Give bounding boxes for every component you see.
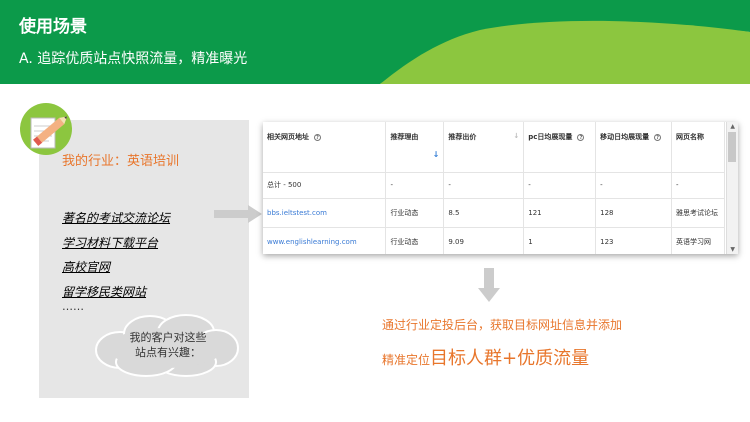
- industry-label: 我的行业：英语培训: [62, 154, 180, 169]
- page-subtitle: A. 追踪优质站点快照流量，精准曝光: [19, 51, 248, 67]
- scroll-thumb[interactable]: [728, 132, 736, 162]
- table-total-row: 总计 - 500 - - - - -: [263, 172, 725, 199]
- column-header-reason[interactable]: 推荐理由 ↓: [385, 122, 445, 173]
- site-url-link[interactable]: www.englishlearning.com: [263, 227, 387, 254]
- table-cell: 128: [595, 198, 673, 228]
- target-prefix: 精准定位: [382, 353, 431, 367]
- table-cell: -: [385, 172, 445, 199]
- column-header-page-name[interactable]: 网页名称: [671, 122, 725, 173]
- cloud-text-line: 站点有兴趣：: [135, 346, 201, 359]
- banner-shape: [0, 0, 750, 84]
- help-icon[interactable]: ?: [577, 133, 585, 141]
- table-cell: 123: [595, 227, 673, 254]
- column-header-pc-views[interactable]: pc日均展现量?: [523, 122, 597, 173]
- table-header-row: 相关网页地址? 推荐理由 ↓ 推荐出价 ↓ pc日均展现量? 移动日均展现量? 网页…: [263, 122, 725, 173]
- arrow-right-icon: [214, 205, 262, 223]
- table-row[interactable]: bbs.ieltstest.com 行业动态 8.5 121 128 雅思考试论…: [263, 198, 725, 228]
- table-cell: 行业动态: [385, 227, 445, 254]
- page-title: 使用场景: [19, 17, 87, 37]
- column-header-label: 相关网页地址: [267, 133, 309, 141]
- table-cell: 行业动态: [385, 198, 445, 228]
- table-cell: 9.09: [443, 227, 525, 254]
- table-cell: 121: [523, 198, 597, 228]
- site-item: 高校官网: [62, 260, 111, 274]
- table-cell: -: [443, 172, 525, 199]
- cloud-text-line: 我的客户对这些: [129, 331, 207, 344]
- help-icon[interactable]: ?: [654, 133, 662, 141]
- scroll-down-icon[interactable]: ▼: [730, 246, 735, 253]
- table-cell: -: [523, 172, 597, 199]
- sort-icon[interactable]: ↓: [513, 132, 519, 140]
- ellipsis-text: ……: [62, 300, 84, 313]
- table-cell: 8.5: [443, 198, 525, 228]
- column-header-bid[interactable]: 推荐出价 ↓: [443, 122, 525, 173]
- sort-down-icon[interactable]: ↓: [390, 150, 440, 159]
- column-header-label: 推荐理由: [390, 133, 419, 141]
- table-cell: 英语学习网: [671, 227, 725, 254]
- column-header-label: 推荐出价: [448, 133, 477, 141]
- site-item: 学习材料下载平台: [62, 235, 159, 250]
- table-cell: 雅思考试论坛: [671, 198, 725, 228]
- table-cell: 总计 - 500: [263, 172, 387, 199]
- site-url-link[interactable]: bbs.ieltstest.com: [263, 198, 387, 228]
- header-banner: 使用场景 A. 追踪优质站点快照流量，精准曝光: [0, 0, 750, 84]
- site-table: 相关网页地址? 推荐理由 ↓ 推荐出价 ↓ pc日均展现量? 移动日均展现量? 网页…: [263, 122, 725, 254]
- keyword-table-screenshot: 相关网页地址? 推荐理由 ↓ 推荐出价 ↓ pc日均展现量? 移动日均展现量? 网页…: [263, 122, 738, 254]
- table-cell: -: [671, 172, 725, 199]
- column-header-mobile-views[interactable]: 移动日均展现量?: [595, 122, 673, 173]
- help-icon[interactable]: ?: [314, 133, 321, 141]
- table-row[interactable]: www.englishlearning.com 行业动态 9.09 1 123 …: [263, 227, 725, 254]
- column-header-url[interactable]: 相关网页地址?: [263, 122, 387, 173]
- slide: 使用场景 A. 追踪优质站点快照流量，精准曝光 我的行业：英语培训 著名的考试交…: [0, 0, 750, 422]
- site-list: 著名的考试交流论坛 学习材料下载平台 高校官网 留学移民类网站: [62, 209, 170, 307]
- column-header-label: 网页名称: [676, 133, 705, 141]
- site-item: 著名的考试交流论坛: [62, 211, 171, 225]
- description-text: 通过行业定投后台，获取目标网址信息并添加: [382, 318, 623, 332]
- target-highlight: 目标人群+优质流量: [430, 348, 590, 369]
- target-text: 精准定位目标人群+优质流量: [382, 344, 589, 370]
- table-cell: 1: [523, 227, 597, 254]
- vertical-scrollbar[interactable]: ▲ ▼: [726, 122, 738, 254]
- scroll-up-icon[interactable]: ▲: [730, 123, 735, 130]
- arrow-down-icon: [478, 268, 500, 302]
- table-cell: -: [595, 172, 673, 199]
- cloud-text: 我的客户对这些 站点有兴趣：: [108, 330, 228, 360]
- column-header-label: pc日均展现量: [528, 133, 573, 141]
- column-header-label: 移动日均展现量: [600, 133, 650, 141]
